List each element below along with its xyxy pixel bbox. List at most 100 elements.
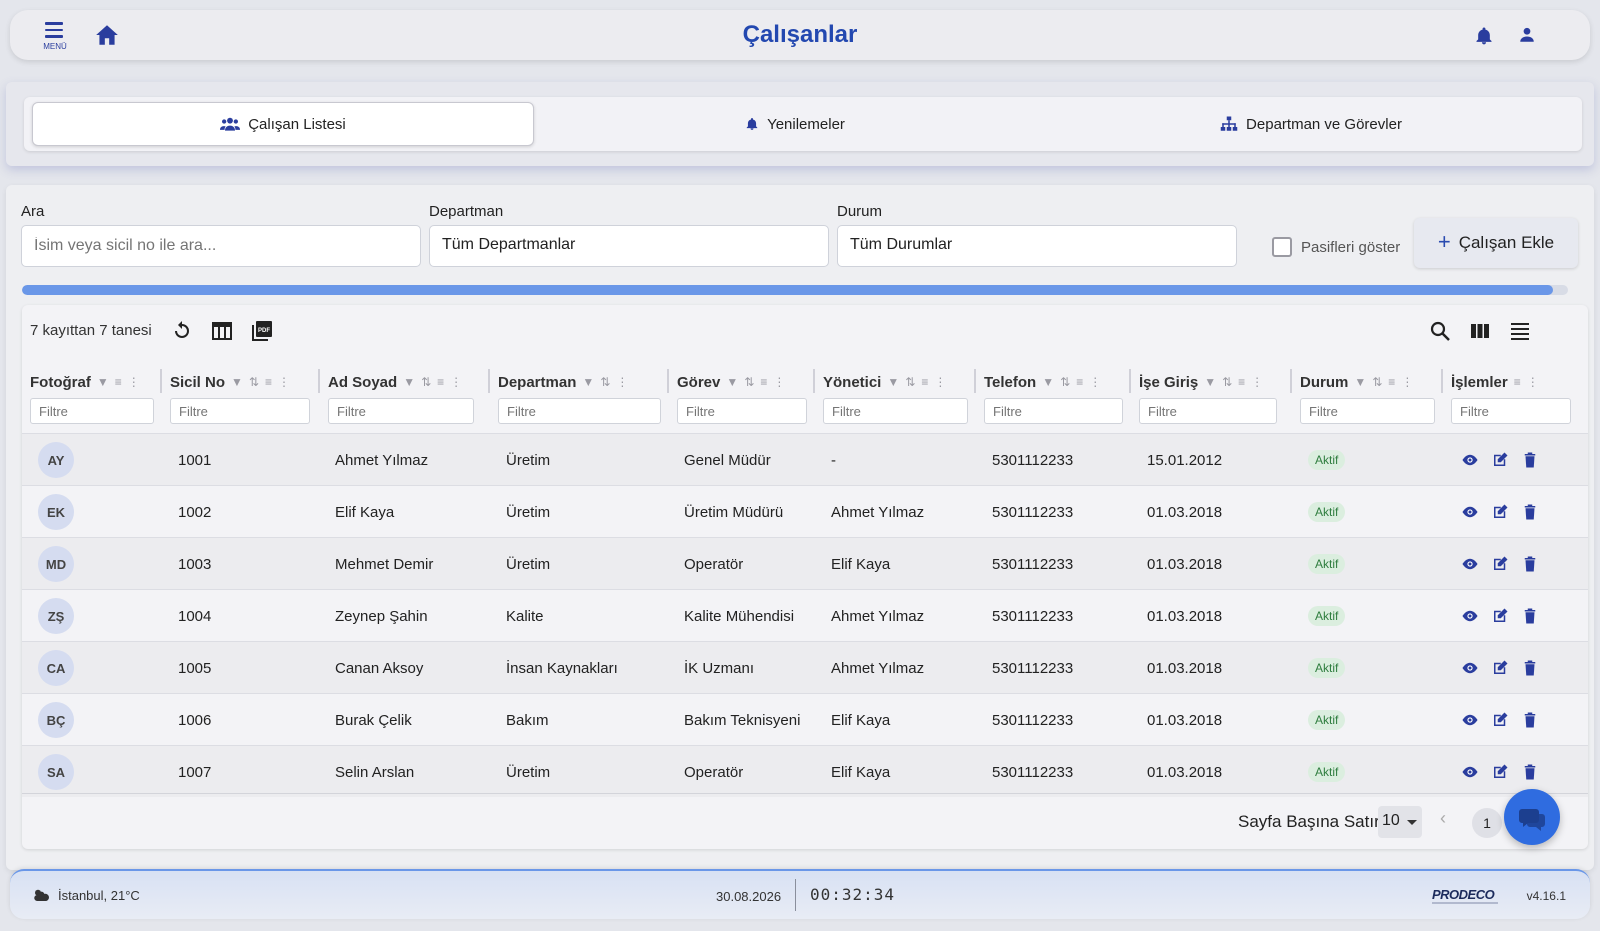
column-menu-icon[interactable]: ≡ [1238, 375, 1245, 389]
delete-trash-icon[interactable] [1521, 711, 1539, 729]
view-eye-icon[interactable] [1461, 659, 1479, 677]
notification-bell-icon[interactable] [1474, 26, 1494, 46]
column-resize-handle[interactable] [1441, 369, 1443, 393]
column-filter-photo[interactable] [30, 398, 154, 424]
column-resize-handle[interactable] [488, 369, 490, 393]
table-row[interactable]: AY 1001 Ahmet Yılmaz Üretim Genel Müdür - 5301… [22, 433, 1588, 485]
user-icon[interactable] [1518, 26, 1536, 44]
delete-trash-icon[interactable] [1521, 555, 1539, 573]
edit-icon[interactable] [1491, 607, 1509, 625]
column-resize-handle[interactable] [667, 369, 669, 393]
menu-button[interactable]: MENÜ [42, 20, 67, 54]
status-select[interactable]: Tüm Durumlar [837, 225, 1237, 267]
column-header-role[interactable]: Görev ▼ ⇅ ≡ ⋮ [677, 368, 785, 396]
sort-icon[interactable]: ⇅ [249, 375, 259, 389]
table-layout-icon[interactable] [210, 319, 234, 343]
sort-icon[interactable]: ⇅ [905, 375, 915, 389]
search-input[interactable] [21, 225, 421, 267]
column-filter-name[interactable] [328, 398, 474, 424]
column-header-photo[interactable]: Fotoğraf ▼ ≡ ⋮ [30, 368, 140, 396]
view-eye-icon[interactable] [1461, 555, 1479, 573]
column-resize-handle[interactable] [1290, 369, 1292, 393]
add-employee-button[interactable]: + Çalışan Ekle [1414, 218, 1578, 268]
sort-icon[interactable]: ⇅ [1222, 375, 1232, 389]
view-eye-icon[interactable] [1461, 763, 1479, 781]
table-row[interactable]: MD 1003 Mehmet Demir Üretim Operatör Elif Kay… [22, 537, 1588, 589]
show-passive-checkbox[interactable] [1272, 237, 1292, 257]
more-vert-icon[interactable]: ⋮ [128, 375, 140, 389]
filter-icon[interactable]: ▼ [231, 375, 243, 389]
column-filter-manager[interactable] [823, 398, 968, 424]
delete-trash-icon[interactable] [1521, 763, 1539, 781]
edit-icon[interactable] [1491, 711, 1509, 729]
sort-icon[interactable]: ⇅ [600, 375, 610, 389]
table-row[interactable]: SA 1007 Selin Arslan Üretim Operatör Elif Kay… [22, 745, 1588, 797]
column-header-phone[interactable]: Telefon ▼ ⇅ ≡ ⋮ [984, 368, 1101, 396]
table-row[interactable]: BÇ 1006 Burak Çelik Bakım Bakım Teknisyeni El… [22, 693, 1588, 745]
delete-trash-icon[interactable] [1521, 607, 1539, 625]
sort-icon[interactable]: ⇅ [1060, 375, 1070, 389]
more-vert-icon[interactable]: ⋮ [1251, 375, 1263, 389]
more-vert-icon[interactable]: ⋮ [278, 375, 290, 389]
table-row[interactable]: EK 1002 Elif Kaya Üretim Üretim Müdürü Ahmet … [22, 485, 1588, 537]
sort-icon[interactable]: ⇅ [1372, 375, 1382, 389]
edit-icon[interactable] [1491, 451, 1509, 469]
filter-icon[interactable]: ▼ [887, 375, 899, 389]
more-vert-icon[interactable]: ⋮ [616, 375, 628, 389]
column-menu-icon[interactable]: ≡ [1514, 375, 1521, 389]
refresh-icon[interactable] [170, 319, 194, 343]
column-menu-icon[interactable]: ≡ [265, 375, 272, 389]
more-vert-icon[interactable]: ⋮ [450, 375, 462, 389]
delete-trash-icon[interactable] [1521, 659, 1539, 677]
filter-icon[interactable]: ▼ [1042, 375, 1054, 389]
filter-icon[interactable]: ▼ [726, 375, 738, 389]
delete-trash-icon[interactable] [1521, 503, 1539, 521]
prev-page-button[interactable]: ‹ [1440, 808, 1446, 829]
columns-icon[interactable] [1468, 319, 1492, 343]
column-filter-sicil-no[interactable] [170, 398, 310, 424]
chat-button[interactable] [1504, 789, 1560, 845]
tab-renewals[interactable]: Yenilemeler [544, 102, 1046, 146]
column-filter-actions[interactable] [1451, 398, 1571, 424]
filter-icon[interactable]: ▼ [582, 375, 594, 389]
edit-icon[interactable] [1491, 659, 1509, 677]
show-passive-toggle[interactable]: Pasifleri göster [1272, 237, 1400, 257]
column-filter-department[interactable] [498, 398, 661, 424]
column-header-manager[interactable]: Yönetici ▼ ⇅ ≡ ⋮ [823, 368, 946, 396]
more-vert-icon[interactable]: ⋮ [773, 375, 785, 389]
column-menu-icon[interactable]: ≡ [437, 375, 444, 389]
pdf-export-icon[interactable]: PDF [250, 319, 274, 343]
filter-icon[interactable]: ▼ [97, 375, 109, 389]
column-menu-icon[interactable]: ≡ [760, 375, 767, 389]
column-resize-handle[interactable] [974, 369, 976, 393]
filter-icon[interactable]: ▼ [403, 375, 415, 389]
density-icon[interactable] [1508, 319, 1532, 343]
column-header-actions[interactable]: İşlemler ≡ ⋮ [1451, 368, 1539, 396]
more-vert-icon[interactable]: ⋮ [934, 375, 946, 389]
column-resize-handle[interactable] [1129, 369, 1131, 393]
more-vert-icon[interactable]: ⋮ [1089, 375, 1101, 389]
view-eye-icon[interactable] [1461, 451, 1479, 469]
view-eye-icon[interactable] [1461, 503, 1479, 521]
column-menu-icon[interactable]: ≡ [1388, 375, 1395, 389]
edit-icon[interactable] [1491, 503, 1509, 521]
column-filter-phone[interactable] [984, 398, 1123, 424]
column-header-name[interactable]: Ad Soyad ▼ ⇅ ≡ ⋮ [328, 368, 462, 396]
column-filter-start-date[interactable] [1139, 398, 1277, 424]
sort-icon[interactable]: ⇅ [744, 375, 754, 389]
column-menu-icon[interactable]: ≡ [1076, 375, 1083, 389]
search-icon[interactable] [1428, 319, 1452, 343]
sort-icon[interactable]: ⇅ [421, 375, 431, 389]
current-page-button[interactable]: 1 [1472, 808, 1502, 838]
column-resize-handle[interactable] [318, 369, 320, 393]
column-header-department[interactable]: Departman ▼ ⇅ ⋮ [498, 368, 628, 396]
view-eye-icon[interactable] [1461, 711, 1479, 729]
column-filter-role[interactable] [677, 398, 807, 424]
column-header-status[interactable]: Durum ▼ ⇅ ≡ ⋮ [1300, 368, 1413, 396]
tab-departments[interactable]: Departman ve Görevler [1056, 102, 1566, 146]
column-resize-handle[interactable] [160, 369, 162, 393]
view-eye-icon[interactable] [1461, 607, 1479, 625]
column-header-sicil-no[interactable]: Sicil No ▼ ⇅ ≡ ⋮ [170, 368, 290, 396]
rows-per-page-select[interactable]: 10 [1378, 806, 1422, 838]
edit-icon[interactable] [1491, 555, 1509, 573]
